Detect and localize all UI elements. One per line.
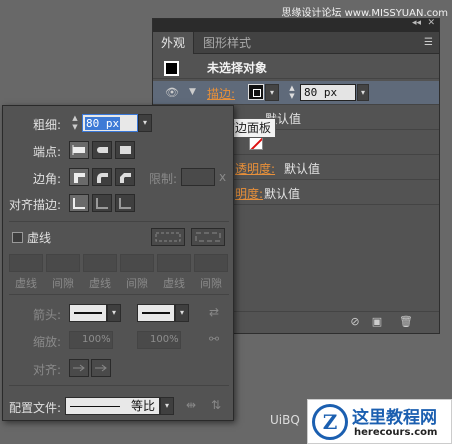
badge-title: 这里教程网 [352, 408, 437, 428]
gap-label-2: 间隙 [126, 277, 148, 290]
object-opacity-link[interactable]: 明度: [235, 185, 263, 202]
limit-field[interactable] [181, 168, 215, 186]
panel-tabs: 外观 图形样式 ☰ [153, 32, 439, 54]
watermark-text: 思缘设计论坛 www.MISSYUAN.com [281, 8, 448, 19]
stroke-swatch-dropdown[interactable]: ▾ [265, 84, 279, 101]
align-outside-button[interactable] [115, 194, 135, 212]
arrow-tip-at-end-button[interactable] [91, 359, 111, 377]
object-title: 未选择对象 [207, 61, 268, 75]
panel-title-bar[interactable]: ◂◂ ✕ [153, 18, 439, 32]
end-arrowhead-select[interactable] [137, 304, 175, 322]
arrow-tip-beyond-button[interactable] [69, 359, 89, 377]
flip-along-icon[interactable]: ⇹ [186, 398, 196, 412]
clear-appearance-icon[interactable]: ⊘ [349, 316, 361, 328]
duplicate-item-icon[interactable]: ▣ [371, 316, 383, 328]
dash-label-1: 虚线 [15, 277, 37, 290]
gap-field-2[interactable] [120, 254, 154, 272]
fill-opacity-default: 默认值 [284, 162, 321, 176]
corner-label: 边角: [33, 172, 62, 186]
limit-suffix: x [219, 170, 227, 184]
stroke-swatch[interactable] [248, 84, 264, 100]
weight-spinner[interactable]: ▲ ▼ [69, 114, 81, 132]
badge-url: herecours.com [354, 427, 438, 438]
end-scale-field[interactable]: 100% [137, 331, 181, 349]
bevel-join-button[interactable] [115, 168, 135, 186]
align-inside-button[interactable] [92, 194, 112, 212]
stroke-link[interactable]: 描边: [207, 85, 235, 102]
dash-field-1[interactable] [9, 254, 43, 272]
object-swatch [164, 61, 179, 76]
dash-label-2: 虚线 [89, 277, 111, 290]
start-arrowhead-select[interactable] [69, 304, 107, 322]
preserve-dash-button[interactable] [151, 228, 185, 246]
align-center-button[interactable] [69, 194, 89, 212]
cap-label: 端点: [33, 145, 62, 159]
arrow-align-label: 对齐: [33, 363, 62, 377]
watermark-badge: Z 这里教程网 herecours.com [307, 399, 452, 444]
gap-label-3: 间隙 [200, 277, 222, 290]
gap-label-1: 间隙 [52, 277, 74, 290]
link-scale-icon[interactable]: ⚯ [209, 332, 219, 346]
eye-icon[interactable]: 👁 [165, 86, 179, 99]
profile-label: 配置文件: [9, 401, 62, 415]
swap-arrowheads-icon[interactable]: ⇄ [209, 305, 219, 319]
object-opacity-default: 默认值 [264, 187, 301, 201]
panel-menu-icon[interactable]: ☰ [424, 37, 433, 48]
badge-logo-icon: Z [312, 404, 348, 440]
tab-appearance[interactable]: 外观 [153, 32, 195, 54]
dash-label-3: 虚线 [163, 277, 185, 290]
weight-field[interactable]: 80 px [82, 114, 138, 132]
gap-field-1[interactable] [46, 254, 80, 272]
dashed-line-checkbox[interactable] [12, 232, 23, 243]
stroke-weight-dropdown[interactable]: ▾ [357, 84, 369, 101]
weight-dropdown[interactable]: ▾ [138, 114, 152, 132]
divider [9, 385, 229, 386]
collapse-icon[interactable]: ◂◂ [412, 18, 421, 28]
start-scale-field[interactable]: 100% [69, 331, 113, 349]
stroke-weight-spinner[interactable]: ▲ ▼ [286, 84, 298, 101]
weight-label: 粗细: [33, 118, 62, 132]
stroke-weight-field[interactable]: 80 px [300, 84, 356, 101]
start-arrowhead-dropdown[interactable]: ▾ [107, 304, 121, 322]
dashed-line-label: 虚线 [27, 231, 52, 245]
align-dash-corners-button[interactable] [191, 228, 225, 246]
tab-graphic-styles[interactable]: 图形样式 [195, 32, 259, 54]
flip-across-icon[interactable]: ⇅ [211, 398, 221, 412]
close-icon[interactable]: ✕ [427, 18, 435, 28]
expand-triangle-icon[interactable]: ▼ [189, 87, 196, 97]
gap-field-3[interactable] [194, 254, 228, 272]
arrowhead-label: 箭头: [33, 308, 62, 322]
delete-icon[interactable]: 🗑 [399, 316, 413, 328]
object-row: 未选择对象 [153, 55, 439, 79]
round-cap-button[interactable] [92, 141, 112, 159]
stroke-panel: 粗细: ▲ ▼ 80 px ▾ 端点: 边角: 限制: x 对齐描边: 虚线 虚… [2, 105, 234, 421]
divider [9, 221, 229, 222]
profile-dropdown[interactable]: ▾ [160, 397, 174, 415]
limit-label: 限制: [149, 172, 178, 186]
end-arrowhead-dropdown[interactable]: ▾ [175, 304, 189, 322]
stroke-row[interactable]: 👁 ▼ 描边: ▾ ▲ ▼ 80 px ▾ [153, 81, 439, 105]
scale-label: 缩放: [33, 335, 62, 349]
projecting-cap-button[interactable] [115, 141, 135, 159]
none-fill-swatch[interactable] [249, 136, 263, 150]
dash-field-3[interactable] [157, 254, 191, 272]
align-stroke-label: 对齐描边: [9, 198, 62, 212]
fill-opacity-link[interactable]: 透明度: [235, 160, 275, 177]
profile-select[interactable]: 等比 [65, 397, 160, 415]
butt-cap-button[interactable] [69, 141, 89, 159]
dash-field-2[interactable] [83, 254, 117, 272]
round-join-button[interactable] [92, 168, 112, 186]
miter-join-button[interactable] [69, 168, 89, 186]
divider [9, 294, 229, 295]
watermark-mark: UiBQ [270, 413, 300, 427]
